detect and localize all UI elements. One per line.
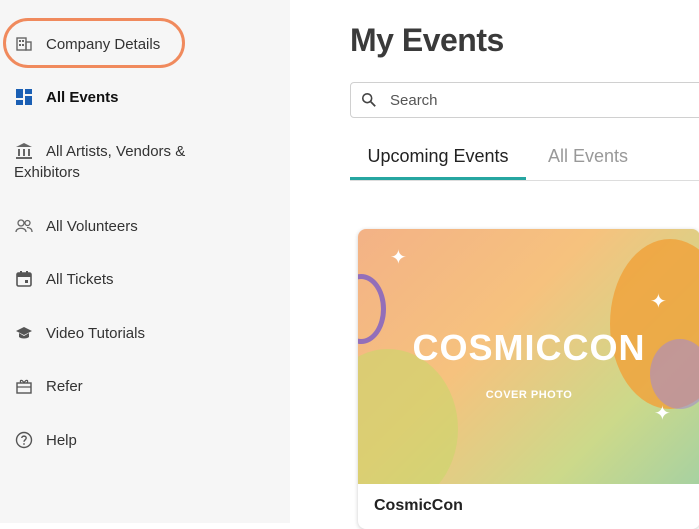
- dashboard-icon: [14, 87, 34, 107]
- sparkle-icon: ✦: [650, 291, 667, 313]
- event-card[interactable]: ✦ ✦ ✦ COSMICCON COVER PHOTO CosmicCon: [358, 229, 699, 529]
- sidebar-item-label: Company Details: [46, 36, 161, 53]
- cover-subtitle: COVER PHOTO: [485, 389, 573, 401]
- sidebar: Company Details All Events All Artists, …: [0, 0, 290, 523]
- sidebar-item-all-events[interactable]: All Events: [14, 87, 119, 108]
- search-box[interactable]: [350, 82, 699, 118]
- sidebar-item-all-tickets[interactable]: All Tickets: [14, 269, 114, 290]
- tab-all-events[interactable]: All Events: [548, 146, 628, 167]
- sidebar-item-refer[interactable]: Refer: [14, 376, 83, 397]
- sidebar-item-label: Refer: [46, 378, 83, 395]
- sidebar-item-label: All Tickets: [46, 271, 114, 288]
- tab-bar: Upcoming Events All Events: [350, 140, 699, 181]
- sidebar-item-label: All Artists, Vendors &: [46, 141, 185, 162]
- sidebar-item-help[interactable]: Help: [14, 430, 77, 451]
- sidebar-item-company-details[interactable]: Company Details: [14, 34, 160, 55]
- sidebar-item-video-tutorials[interactable]: Video Tutorials: [14, 323, 145, 344]
- main-content: My Events Upcoming Events All Events ✦ ✦…: [290, 0, 699, 529]
- bank-icon: [14, 141, 34, 161]
- decorative-blob: [358, 349, 458, 484]
- sparkle-icon: ✦: [390, 247, 407, 269]
- people-icon: [14, 216, 34, 236]
- sidebar-item-label: Help: [46, 432, 77, 449]
- sparkle-icon: ✦: [654, 403, 671, 425]
- cover-title: COSMICCON: [412, 327, 646, 368]
- help-circle-icon: [14, 430, 34, 450]
- gift-icon: [14, 376, 34, 396]
- sidebar-item-label-line1: All Artists, Vendors &: [46, 143, 186, 160]
- sidebar-item-label: Video Tutorials: [46, 325, 145, 342]
- tab-upcoming-events[interactable]: Upcoming Events: [350, 146, 526, 180]
- event-cover-image: ✦ ✦ ✦ COSMICCON COVER PHOTO: [358, 229, 699, 484]
- sidebar-item-all-volunteers[interactable]: All Volunteers: [14, 216, 138, 237]
- building-icon: [14, 34, 34, 54]
- sidebar-item-label-line2[interactable]: Exhibitors: [14, 162, 80, 183]
- sidebar-item-label: All Events: [46, 89, 119, 106]
- calendar-icon: [14, 269, 34, 289]
- event-name: CosmicCon: [374, 497, 463, 514]
- page-title: My Events: [350, 22, 504, 58]
- search-input[interactable]: [388, 90, 692, 110]
- sidebar-item-artists-vendors[interactable]: All Artists, Vendors &: [14, 141, 264, 162]
- search-icon: [361, 91, 379, 109]
- sidebar-item-label: All Volunteers: [46, 218, 138, 235]
- graduation-cap-icon: [14, 323, 34, 343]
